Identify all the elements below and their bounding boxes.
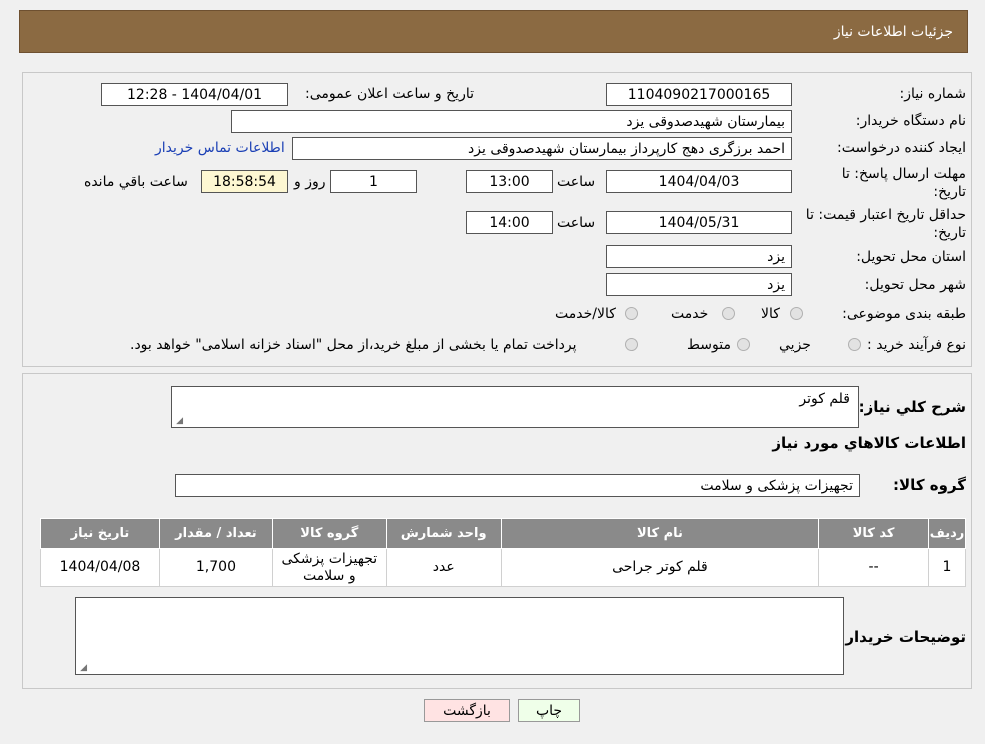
- treasury-checkbox[interactable]: [625, 338, 638, 351]
- buyer-notes-label: توضیحات خریدار:: [839, 628, 966, 646]
- deadline-label: مهلت ارسال پاسخ: تا: [841, 166, 966, 182]
- category-option-goods: کالا: [761, 306, 780, 322]
- process-option-medium: متوسط: [687, 337, 731, 353]
- col-row-number: رديف: [928, 518, 966, 549]
- remaining-time-field[interactable]: 18:58:54: [201, 170, 288, 193]
- deadline-date-field[interactable]: 1404/04/03: [606, 170, 792, 193]
- process-type-label: نوع فرآیند خرید :: [867, 337, 966, 353]
- validity-label: حداقل تاریخ اعتبار قیمت: تا: [805, 207, 966, 223]
- goods-group-field[interactable]: تجهیزات پزشکی و سلامت: [175, 474, 860, 497]
- validity-time-field[interactable]: 14:00: [466, 211, 553, 234]
- need-number-label: شماره نیاز:: [899, 86, 967, 102]
- goods-table: رديف کد کالا نام کالا واحد شمارش گروه کا…: [40, 518, 966, 587]
- buyer-contact-link[interactable]: اطلاعات تماس خریدار: [155, 140, 285, 156]
- col-quantity: تعداد / مقدار: [159, 518, 273, 549]
- back-button[interactable]: بازگشت: [424, 699, 510, 722]
- need-number-field[interactable]: 1104090217000165: [606, 83, 792, 106]
- days-label: روز و: [294, 174, 326, 190]
- requester-field[interactable]: احمد برزگری دهج کارپرداز بیمارستان شهیدص…: [292, 137, 792, 160]
- cell-quantity: 1,700: [159, 548, 273, 587]
- category-radio-service[interactable]: [722, 307, 735, 320]
- city-field[interactable]: یزد: [606, 273, 792, 296]
- cell-goods-code: --: [818, 548, 930, 587]
- deadline-time-field[interactable]: 13:00: [466, 170, 553, 193]
- cell-row-number: 1: [928, 548, 966, 587]
- col-goods-code: کد کالا: [818, 518, 930, 549]
- table-row[interactable]: 1 -- قلم کوتر جراحی عدد تجهیزات پزشکی و …: [40, 548, 966, 587]
- resize-handle-icon[interactable]: ◢: [174, 417, 183, 426]
- requester-label: ایجاد کننده درخواست:: [837, 140, 966, 156]
- cell-goods-group: تجهیزات پزشکی و سلامت: [271, 548, 387, 587]
- announce-datetime-field[interactable]: 1404/04/01 - 12:28: [101, 83, 288, 106]
- col-goods-group: گروه کالا: [271, 518, 387, 549]
- summary-text: قلم کوتر: [799, 391, 850, 407]
- process-option-minor: جزيي: [779, 337, 811, 353]
- resize-handle-icon[interactable]: ◢: [78, 664, 87, 673]
- remaining-days-field[interactable]: 1: [330, 170, 417, 193]
- table-header-row: رديف کد کالا نام کالا واحد شمارش گروه کا…: [40, 518, 966, 549]
- goods-group-label: گروه کالا:: [893, 476, 966, 494]
- announce-datetime-label: تاریخ و ساعت اعلان عمومی:: [305, 86, 474, 102]
- col-unit: واحد شمارش: [385, 518, 502, 549]
- deadline-time-label: ساعت: [557, 174, 596, 190]
- city-label: شهر محل تحویل:: [864, 277, 966, 293]
- deadline-label-date: تاریخ:: [933, 184, 966, 200]
- process-radio-medium[interactable]: [737, 338, 750, 351]
- category-label: طبقه بندی موضوعی:: [842, 306, 966, 322]
- cell-goods-name: قلم کوتر جراحی: [500, 548, 820, 587]
- goods-info-title: اطلاعات کالاهاي مورد نياز: [772, 434, 966, 452]
- col-goods-name: نام کالا: [500, 518, 820, 549]
- buyer-org-field[interactable]: بیمارستان شهیدصدوقی یزد: [231, 110, 792, 133]
- category-radio-goods[interactable]: [790, 307, 803, 320]
- col-need-date: تاریخ نیاز: [40, 518, 160, 549]
- province-field[interactable]: یزد: [606, 245, 792, 268]
- cell-need-date: 1404/04/08: [40, 548, 160, 587]
- process-radio-minor[interactable]: [848, 338, 861, 351]
- summary-label: شرح کلي نياز:: [858, 398, 966, 416]
- print-button[interactable]: چاپ: [518, 699, 580, 722]
- validity-date-field[interactable]: 1404/05/31: [606, 211, 792, 234]
- cell-unit: عدد: [385, 548, 502, 587]
- treasury-note: پرداخت تمام یا بخشی از مبلغ خرید،از محل …: [130, 337, 577, 353]
- page-header: جزئیات اطلاعات نیاز: [19, 10, 968, 53]
- summary-textarea[interactable]: قلم کوتر ◢: [171, 386, 859, 428]
- buyer-notes-textarea[interactable]: ◢: [75, 597, 844, 675]
- remaining-time-label: ساعت باقي مانده: [84, 174, 188, 190]
- province-label: استان محل تحویل:: [856, 249, 966, 265]
- buyer-org-label: نام دستگاه خریدار:: [855, 113, 966, 129]
- category-radio-goods-service[interactable]: [625, 307, 638, 320]
- validity-time-label: ساعت: [557, 215, 596, 231]
- page-title: جزئیات اطلاعات نیاز: [833, 23, 953, 40]
- category-option-goods-service: کالا/خدمت: [555, 306, 616, 322]
- validity-label-date: تاریخ:: [933, 225, 966, 241]
- category-option-service: خدمت: [671, 306, 709, 322]
